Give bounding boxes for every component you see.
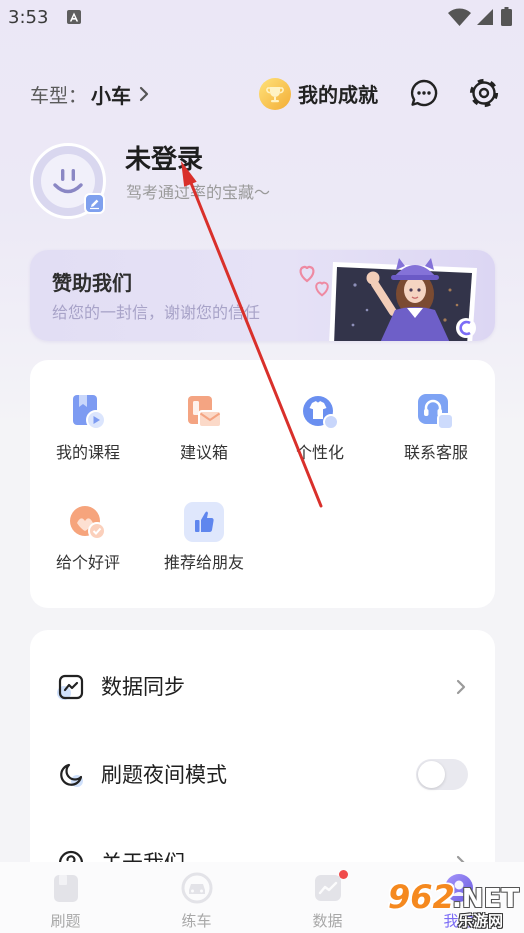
status-bar: 3:53 <box>0 0 524 36</box>
night-mode-toggle[interactable] <box>416 759 468 790</box>
status-time: 3:53 <box>8 7 49 28</box>
nav-label: 我的 <box>443 912 474 930</box>
shortcut-grid: 我的课程 建议箱 个性化 联系客服 给个好评 推荐给朋友 <box>30 360 495 608</box>
shortcut-label: 建议箱 <box>179 443 228 462</box>
achievement-label: 我的成就 <box>298 83 378 107</box>
edit-icon[interactable] <box>84 193 105 214</box>
settings-row-label: 数据同步 <box>101 675 185 699</box>
practice-icon <box>53 875 78 902</box>
wifi-icon <box>448 8 471 26</box>
nav-label: 练车 <box>181 912 212 930</box>
car-icon <box>181 872 212 904</box>
customer-service-icon <box>418 394 454 430</box>
suggestion-box-icon <box>188 396 222 428</box>
settings-gear-icon[interactable] <box>469 78 499 108</box>
moon-icon <box>60 763 83 787</box>
nav-label: 数据 <box>312 912 343 930</box>
shortcut-label: 给个好评 <box>55 553 120 572</box>
car-type-value: 小车 <box>91 83 132 108</box>
nav-profile[interactable]: 我的 <box>393 862 524 933</box>
toggle-knob <box>418 761 445 788</box>
a-notification-icon <box>67 10 81 24</box>
nav-badge-dot <box>339 870 348 879</box>
car-type-label: 车型： <box>30 84 88 107</box>
rate-icon <box>70 506 106 540</box>
achievement-button[interactable]: 我的成就 <box>259 77 378 110</box>
sponsor-illustration <box>299 258 477 341</box>
shortcut-suggestion-box[interactable]: 建议箱 <box>146 391 262 471</box>
nav-driving[interactable]: 练车 <box>131 862 262 933</box>
data-sync-icon <box>57 674 84 700</box>
shortcut-label: 推荐给朋友 <box>163 553 244 572</box>
chevron-right-icon <box>139 86 149 102</box>
message-icon[interactable] <box>409 78 439 108</box>
shortcut-my-courses[interactable]: 我的课程 <box>30 391 146 471</box>
profile-subtitle: 驾考通过率的宝藏～ <box>126 183 271 202</box>
shortcut-label: 我的课程 <box>55 443 120 462</box>
shortcut-recommend[interactable]: 推荐给朋友 <box>146 501 262 581</box>
chevron-right-icon <box>456 679 466 695</box>
course-icon <box>73 395 106 430</box>
settings-row-label: 刷题夜间模式 <box>101 763 227 787</box>
battery-icon <box>501 7 512 26</box>
shortcut-customer-service[interactable]: 联系客服 <box>378 391 494 471</box>
personalize-icon <box>303 396 339 430</box>
shortcut-label: 个性化 <box>295 443 344 462</box>
sponsor-card[interactable]: 赞助我们 给您的一封信，谢谢您的信任 <box>30 250 495 341</box>
shortcut-label: 联系客服 <box>403 443 468 462</box>
login-status-name[interactable]: 未登录 <box>125 144 203 176</box>
profile-icon <box>444 874 473 902</box>
settings-row-data-sync[interactable]: 数据同步 <box>30 657 495 717</box>
nav-label: 刷题 <box>50 912 81 930</box>
trophy-icon <box>259 77 291 110</box>
settings-row-night-mode: 刷题夜间模式 <box>30 745 495 805</box>
thumbs-up-icon <box>184 502 224 542</box>
sponsor-subtitle: 给您的一封信，谢谢您的信任 <box>52 303 261 322</box>
bottom-nav: 刷题 练车 数据 我的 <box>0 862 524 933</box>
car-type-selector[interactable]: 车型： 小车 <box>30 79 149 109</box>
nav-data[interactable]: 数据 <box>262 862 393 933</box>
shortcut-rate-app[interactable]: 给个好评 <box>30 501 146 581</box>
shortcut-personalize[interactable]: 个性化 <box>262 391 378 471</box>
sponsor-title: 赞助我们 <box>52 271 132 295</box>
nav-practice[interactable]: 刷题 <box>0 862 131 933</box>
signal-icon <box>477 9 493 25</box>
